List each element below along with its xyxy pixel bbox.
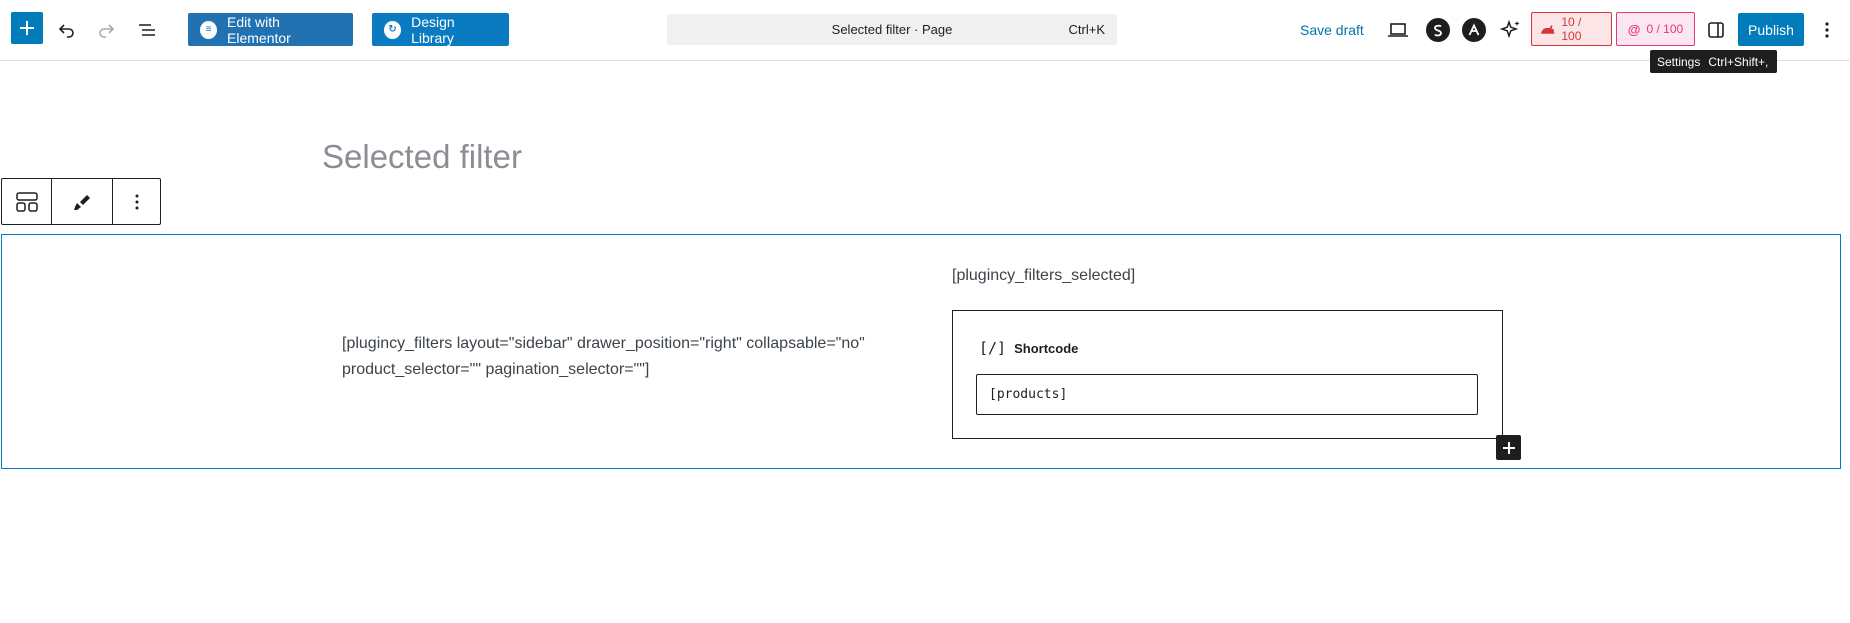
list-view-icon	[139, 24, 155, 36]
block-options-button[interactable]	[113, 179, 160, 224]
sidebar-toggle-icon	[1708, 22, 1724, 38]
tooltip-label: Settings	[1657, 54, 1701, 69]
shortcode-block[interactable]: [/] Shortcode [products]	[952, 310, 1503, 439]
tooltip-shortcut: Ctrl+Shift+,	[1708, 54, 1769, 69]
block-styles-button[interactable]	[52, 179, 113, 224]
elementor-logo-icon: ≡	[200, 20, 218, 39]
ai-assistant-button[interactable]	[1495, 14, 1527, 46]
publish-button[interactable]: Publish	[1738, 13, 1804, 46]
more-vertical-icon	[1825, 22, 1829, 38]
columns-block[interactable]: [plugincy_filters layout="sidebar" drawe…	[1, 234, 1841, 469]
preview-device-button[interactable]	[1382, 14, 1414, 46]
redo-icon	[99, 24, 115, 38]
editor-top-toolbar: ≡ Edit with Elementor ↻ Design Library S…	[0, 0, 1850, 61]
design-library-button[interactable]: ↻ Design Library	[372, 13, 509, 46]
brush-icon	[74, 194, 90, 210]
shortcode-icon: [/]	[979, 339, 1007, 357]
desktop-preview-icon	[1388, 23, 1408, 37]
design-library-label: Design Library	[411, 13, 455, 46]
seo-score-icon	[1540, 25, 1555, 34]
undo-button[interactable]	[51, 14, 83, 46]
seo-score-value: 10 / 100	[1561, 15, 1582, 43]
readability-score-value: 0 / 100	[1646, 22, 1684, 36]
columns-block-icon	[15, 191, 38, 212]
right-column-shortcode-text[interactable]: [plugincy_filters_selected]	[952, 267, 1135, 285]
block-type-button[interactable]	[2, 179, 52, 224]
redo-button[interactable]	[90, 14, 122, 46]
seo-score-button[interactable]: 10 / 100	[1531, 12, 1612, 46]
design-library-logo-icon: ↻	[384, 20, 402, 39]
command-palette-shortcut: Ctrl+K	[1068, 22, 1105, 37]
more-options-button[interactable]	[1811, 14, 1843, 46]
block-appender-button[interactable]	[1496, 435, 1521, 460]
more-vertical-icon	[135, 194, 138, 209]
settings-sidebar-button[interactable]	[1700, 14, 1732, 46]
command-palette-button[interactable]: Selected filter · Page Ctrl+K	[667, 14, 1117, 45]
s-logo-icon[interactable]	[1426, 18, 1450, 42]
left-column-shortcode-text[interactable]: [plugincy_filters layout="sidebar" drawe…	[342, 331, 882, 383]
readability-score-button[interactable]: @ 0 / 100	[1616, 12, 1695, 46]
shortcode-input[interactable]: [products]	[976, 374, 1478, 415]
page-title[interactable]: Selected filter	[322, 138, 522, 176]
undo-icon	[58, 24, 74, 38]
shortcode-block-label: Shortcode	[1014, 340, 1079, 356]
edit-with-elementor-label: Edit with Elementor	[227, 13, 291, 46]
readability-score-icon: @	[1627, 21, 1641, 37]
a-logo-icon[interactable]	[1462, 18, 1486, 42]
shortcode-block-header: [/] Shortcode	[979, 339, 1078, 357]
plus-icon	[1502, 441, 1515, 454]
command-palette-title: Selected filter · Page	[831, 22, 953, 37]
plus-icon	[20, 21, 34, 35]
document-overview-button[interactable]	[131, 14, 163, 46]
save-draft-button[interactable]: Save draft	[1300, 18, 1364, 42]
block-toolbar	[1, 178, 161, 225]
block-inserter-button[interactable]	[11, 12, 43, 44]
sparkle-icon	[1500, 19, 1520, 39]
edit-with-elementor-button[interactable]: ≡ Edit with Elementor	[188, 13, 353, 46]
settings-tooltip: Settings Ctrl+Shift+,	[1650, 50, 1777, 73]
